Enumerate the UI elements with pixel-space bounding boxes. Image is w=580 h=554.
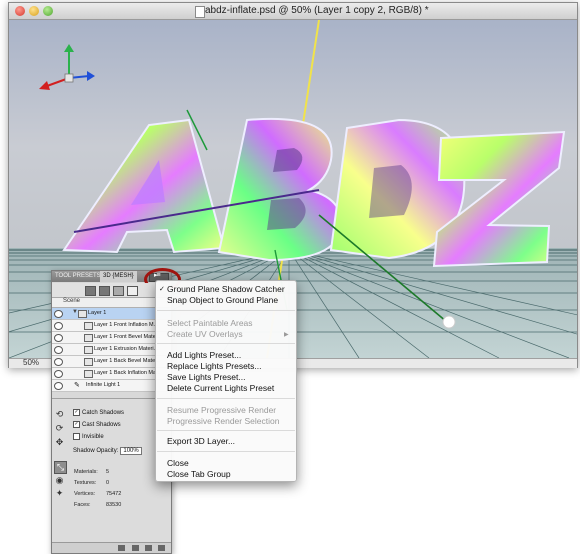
submenu-arrow-icon: ▶	[284, 332, 289, 338]
mesh-icon	[78, 310, 87, 318]
scale-mesh-icon[interactable]: ⤡	[54, 461, 67, 474]
material-icon	[84, 322, 93, 330]
toggle-icon[interactable]	[132, 545, 139, 551]
menu-separator	[157, 398, 295, 399]
menu-item-snap-object[interactable]: Snap Object to Ground Plane	[167, 295, 278, 305]
material-row[interactable]: Layer 1 Extrusion Materi...	[52, 344, 171, 356]
filter-toolbar	[52, 283, 171, 298]
shadow-opacity: Shadow Opacity: 100%	[73, 447, 142, 455]
menu-item-delete-lights-preset[interactable]: Delete Current Lights Preset	[167, 383, 274, 393]
panel-flyout-menu: ✓ Ground Plane Shadow Catcher Snap Objec…	[155, 280, 297, 482]
stat-value: 0	[106, 480, 110, 486]
new-icon[interactable]	[145, 545, 152, 551]
light-label: Infinite Light 1	[86, 382, 121, 388]
tab-3d-mesh[interactable]: 3D {MESH}	[100, 271, 137, 282]
stat-value: 5	[106, 469, 110, 475]
menu-separator	[157, 310, 295, 311]
menu-item-export-3d-layer[interactable]: Export 3D Layer...	[167, 436, 235, 446]
material-icon	[84, 334, 93, 342]
invisible-label: Invisible	[82, 434, 104, 441]
panel-tab-bar: TOOL PRESETS 3D {MESH} ▸≡	[52, 268, 181, 291]
zoom-window-button[interactable]	[43, 6, 53, 16]
menu-item-create-uv-overlays: Create UV Overlays	[167, 329, 243, 339]
material-row[interactable]: Layer 1 Front Bevel Mate...	[52, 332, 171, 344]
stat-value: 83530	[106, 502, 122, 508]
visibility-eye-icon[interactable]	[54, 382, 63, 390]
menu-item-close-tab-group[interactable]: Close Tab Group	[167, 469, 231, 479]
stat-label: Materials:	[74, 469, 98, 475]
menu-separator	[157, 343, 295, 344]
minimize-window-button[interactable]	[29, 6, 39, 16]
menu-item-progressive-render-selection: Progressive Render Selection	[167, 416, 280, 426]
menu-separator	[157, 430, 295, 431]
layer-row[interactable]: ▼ Layer 1	[52, 308, 171, 320]
tab-tool-presets[interactable]: TOOL PRESETS	[55, 273, 101, 279]
visibility-eye-icon[interactable]	[54, 334, 63, 342]
material-row[interactable]: Layer 1 Front Inflation M...	[52, 320, 171, 332]
zoom-level[interactable]: 50%	[23, 358, 39, 367]
menu-item-resume-progressive-render: Resume Progressive Render	[167, 405, 277, 415]
shadow-opacity-label: Shadow Opacity:	[73, 448, 119, 454]
render-icon[interactable]	[118, 545, 125, 551]
invisible-checkbox[interactable]: Invisible	[73, 433, 104, 440]
visibility-eye-icon[interactable]	[54, 322, 63, 330]
light-filter-icon[interactable]	[127, 286, 138, 296]
catch-shadows-label: Catch Shadows	[82, 410, 125, 417]
document-title: abdz-inflate.psd @ 50% (Layer 1 copy 2, …	[205, 5, 429, 16]
menu-item-save-lights-preset[interactable]: Save Lights Preset...	[167, 372, 245, 382]
menu-item-add-lights-preset[interactable]: Add Lights Preset...	[167, 350, 241, 360]
mesh-properties: ⟲ ⟳ ✥ ⤡ ◉ ✦ ✓ Catch Shadows ✓ Cast Shadows…	[52, 398, 171, 544]
mesh-filter-icon[interactable]	[99, 286, 110, 296]
menu-item-select-paintable-areas: Select Paintable Areas	[167, 318, 253, 328]
visibility-eye-icon[interactable]	[54, 358, 63, 366]
close-window-button[interactable]	[15, 6, 25, 16]
visibility-eye-icon[interactable]	[54, 310, 63, 318]
scene-header[interactable]: Scene	[52, 298, 171, 308]
material-filter-icon[interactable]	[113, 286, 124, 296]
title-bar[interactable]: abdz-inflate.psd @ 50% (Layer 1 copy 2, …	[9, 3, 577, 20]
shadow-opacity-input[interactable]: 100%	[120, 447, 142, 455]
roll-mesh-icon[interactable]: ⟳	[54, 423, 65, 434]
drag-mesh-icon[interactable]: ✥	[54, 437, 65, 448]
scene-label: Scene	[63, 298, 81, 304]
menu-separator	[157, 451, 295, 452]
stat-label: Textures:	[74, 480, 97, 486]
checkmark-icon: ✓	[159, 286, 165, 293]
stat-value: 75472	[106, 491, 122, 497]
cast-shadows-label: Cast Shadows	[82, 422, 121, 429]
material-row[interactable]: Layer 1 Back Inflation Ma...	[52, 368, 171, 380]
menu-item-ground-plane-shadow-catcher[interactable]: Ground Plane Shadow Catcher	[167, 284, 285, 294]
light-icon[interactable]: ✦	[54, 488, 65, 499]
material-icon	[84, 358, 93, 366]
catch-shadows-checkbox[interactable]: ✓ Catch Shadows	[73, 409, 124, 416]
visibility-eye-icon[interactable]	[54, 346, 63, 354]
rotate-mesh-icon[interactable]: ⟲	[54, 409, 65, 420]
light-row[interactable]: ✎ Infinite Light 1	[52, 380, 171, 392]
cast-shadows-checkbox[interactable]: ✓ Cast Shadows	[73, 421, 121, 428]
material-icon	[84, 370, 93, 378]
menu-item-close[interactable]: Close	[167, 458, 189, 468]
visibility-eye-icon[interactable]	[54, 370, 63, 378]
trash-icon[interactable]	[158, 545, 165, 551]
stat-label: Vertices:	[74, 491, 96, 497]
scene-filter-icon[interactable]	[85, 286, 96, 296]
material-row[interactable]: Layer 1 Back Bevel Mate...	[52, 356, 171, 368]
3d-mesh-panel: TOOL PRESETS 3D {MESH} ▸≡ Scene ▼ Layer …	[51, 268, 181, 554]
layer-label: Layer 1	[88, 310, 107, 316]
panel-footer	[52, 542, 171, 553]
document-icon	[195, 6, 205, 18]
light-bulb-icon: ✎	[74, 382, 80, 389]
stat-label: Faces:	[74, 502, 91, 508]
menu-item-replace-lights-presets[interactable]: Replace Lights Presets...	[167, 361, 262, 371]
material-icon	[84, 346, 93, 354]
camera-icon[interactable]: ◉	[54, 475, 65, 486]
